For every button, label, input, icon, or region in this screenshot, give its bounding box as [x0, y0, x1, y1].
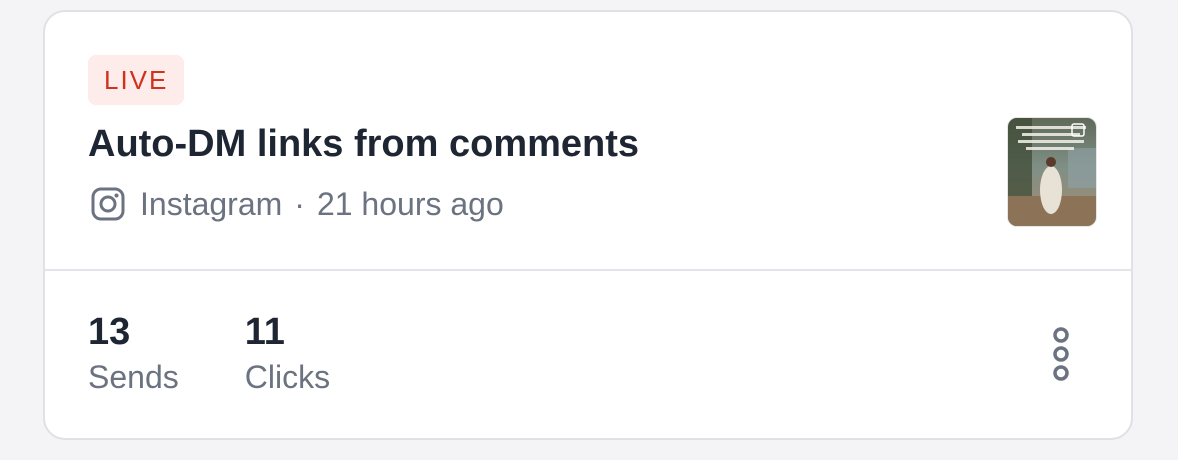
stat-value: 13	[88, 311, 131, 353]
stat-label: Sends	[88, 359, 179, 395]
more-options-button[interactable]	[1043, 324, 1079, 384]
stat-sends: 13 Sends	[88, 310, 179, 400]
stat-value: 11	[244, 311, 285, 353]
stats-row: 13 Sends 11 Clicks	[88, 310, 396, 400]
automation-card[interactable]: LIVE Auto-DM links from comments Instagr…	[43, 10, 1133, 440]
vertical-dots-icon	[1053, 327, 1069, 381]
instagram-icon	[90, 186, 126, 222]
meta-separator: ·	[294, 185, 305, 222]
platform-name: Instagram	[140, 185, 283, 222]
card-title: Auto-DM links from comments	[88, 123, 640, 165]
stat-clicks: 11 Clicks	[245, 310, 330, 400]
post-thumbnail[interactable]	[1007, 117, 1097, 227]
stat-label: Clicks	[244, 359, 331, 395]
card-header: LIVE Auto-DM links from comments Instagr…	[45, 12, 1131, 269]
timestamp: 21 hours ago	[316, 185, 504, 222]
card-meta: Instagram · 21 hours ago	[90, 184, 504, 224]
card-divider	[45, 269, 1131, 271]
status-badge: LIVE	[88, 55, 185, 105]
